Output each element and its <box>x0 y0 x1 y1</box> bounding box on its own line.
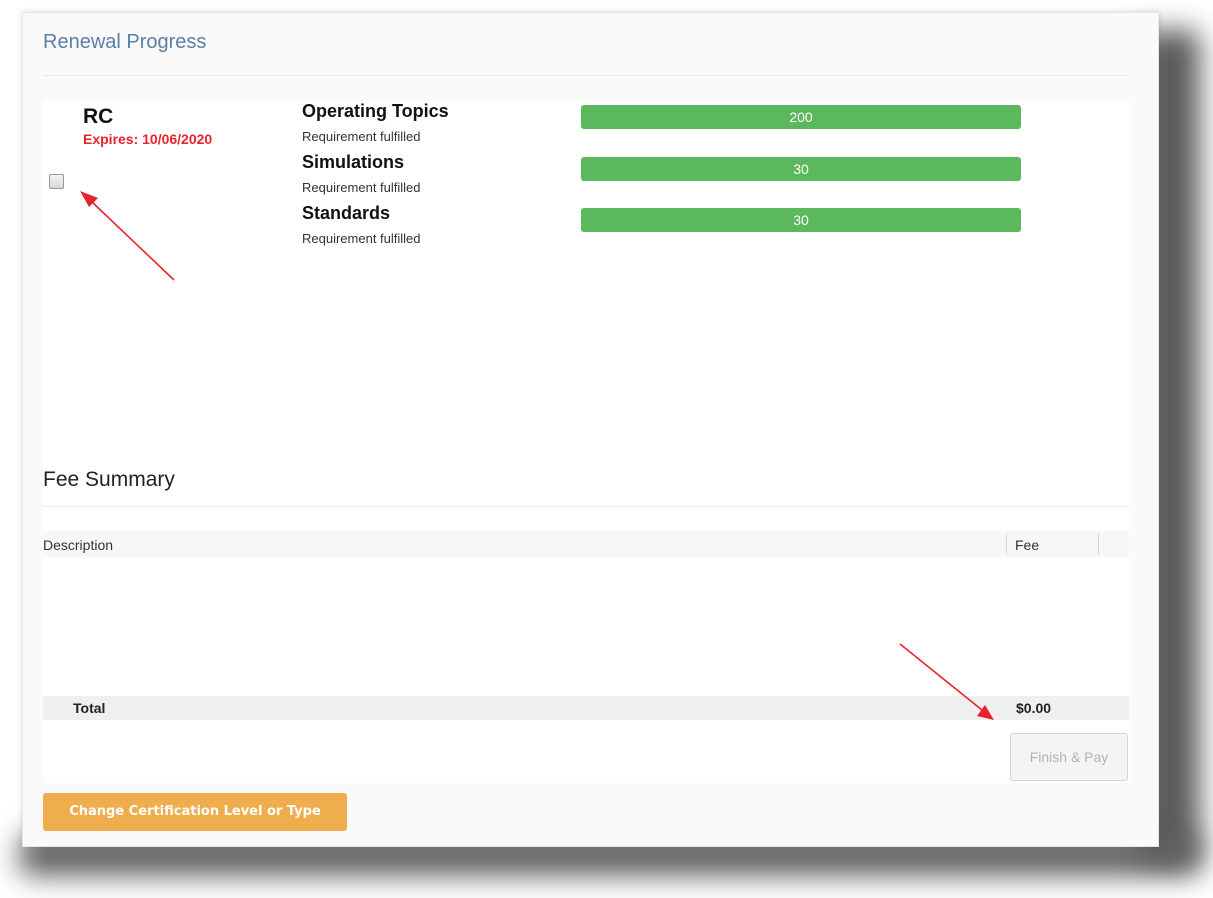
annotation-arrow-finish <box>899 643 994 720</box>
annotation-arrows <box>80 191 994 720</box>
annotation-arrow-checkbox <box>80 191 175 281</box>
